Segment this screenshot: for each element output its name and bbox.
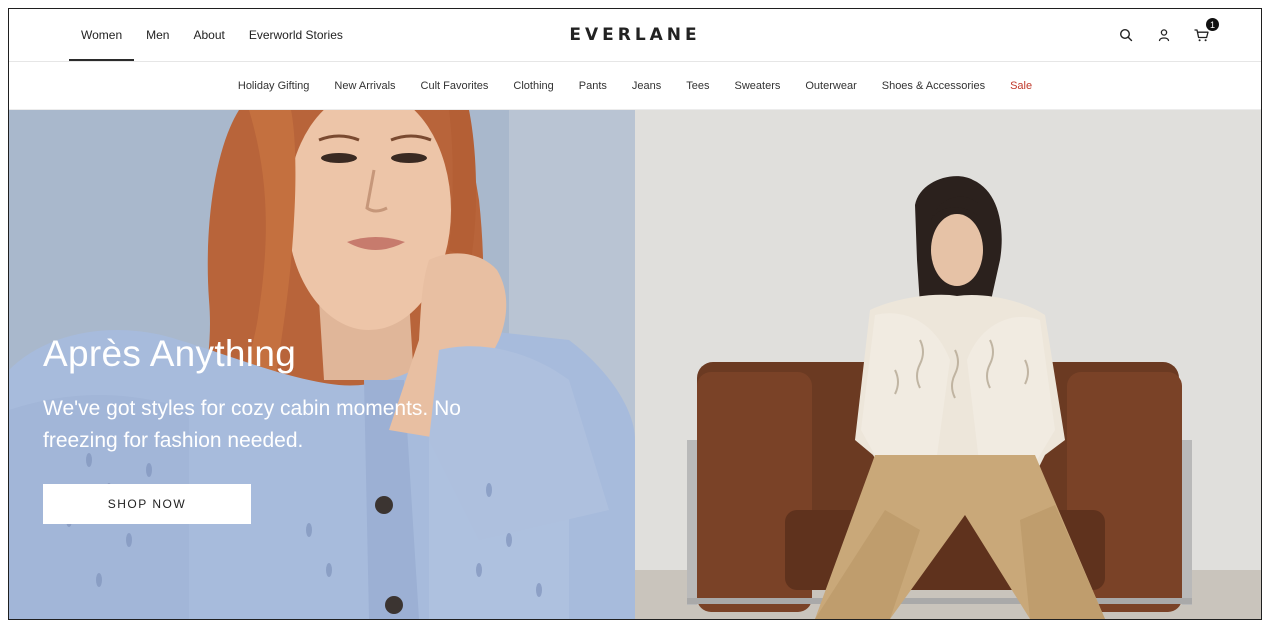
category-outerwear[interactable]: Outerwear <box>793 80 869 92</box>
hero-text-block: Après Anything We've got styles for cozy… <box>43 333 523 457</box>
nav-everworld-stories[interactable]: Everworld Stories <box>237 9 355 61</box>
hero-banner: Après Anything We've got styles for cozy… <box>9 110 1261 619</box>
utility-icons: 1 <box>1115 9 1219 61</box>
hero-title: Après Anything <box>43 333 297 374</box>
category-sale[interactable]: Sale <box>998 80 1045 92</box>
category-nav: Holiday Gifting New Arrivals Cult Favori… <box>9 62 1261 110</box>
category-shoes-accessories[interactable]: Shoes & Accessories <box>869 80 997 92</box>
search-icon[interactable] <box>1115 24 1137 46</box>
nav-about[interactable]: About <box>181 9 236 61</box>
category-jeans[interactable]: Jeans <box>619 80 673 92</box>
shop-now-button[interactable]: SHOP NOW <box>43 484 251 524</box>
hero-image-left[interactable]: Après Anything We've got styles for cozy… <box>9 110 635 619</box>
cart-icon[interactable]: 1 <box>1191 18 1219 46</box>
hero-image-right[interactable] <box>635 110 1261 619</box>
model-leather-chair-illustration <box>635 110 1261 619</box>
nav-men[interactable]: Men <box>134 9 181 61</box>
cart-count-badge: 1 <box>1206 18 1219 31</box>
category-tees[interactable]: Tees <box>674 80 722 92</box>
top-header: Women Men About Everworld Stories EVERLA… <box>9 9 1261 62</box>
category-sweaters[interactable]: Sweaters <box>722 80 793 92</box>
category-clothing[interactable]: Clothing <box>501 80 566 92</box>
category-holiday-gifting[interactable]: Holiday Gifting <box>225 80 322 92</box>
category-pants[interactable]: Pants <box>566 80 619 92</box>
category-new-arrivals[interactable]: New Arrivals <box>322 80 408 92</box>
gender-nav: Women Men About Everworld Stories <box>69 9 355 61</box>
nav-women[interactable]: Women <box>69 9 135 61</box>
category-cult-favorites[interactable]: Cult Favorites <box>408 80 501 92</box>
everlane-logo[interactable]: EVERLANE <box>569 25 700 45</box>
hero-subtitle: We've got styles for cozy cabin moments.… <box>43 397 461 452</box>
account-icon[interactable] <box>1153 24 1175 46</box>
page-frame: Women Men About Everworld Stories EVERLA… <box>8 8 1262 620</box>
